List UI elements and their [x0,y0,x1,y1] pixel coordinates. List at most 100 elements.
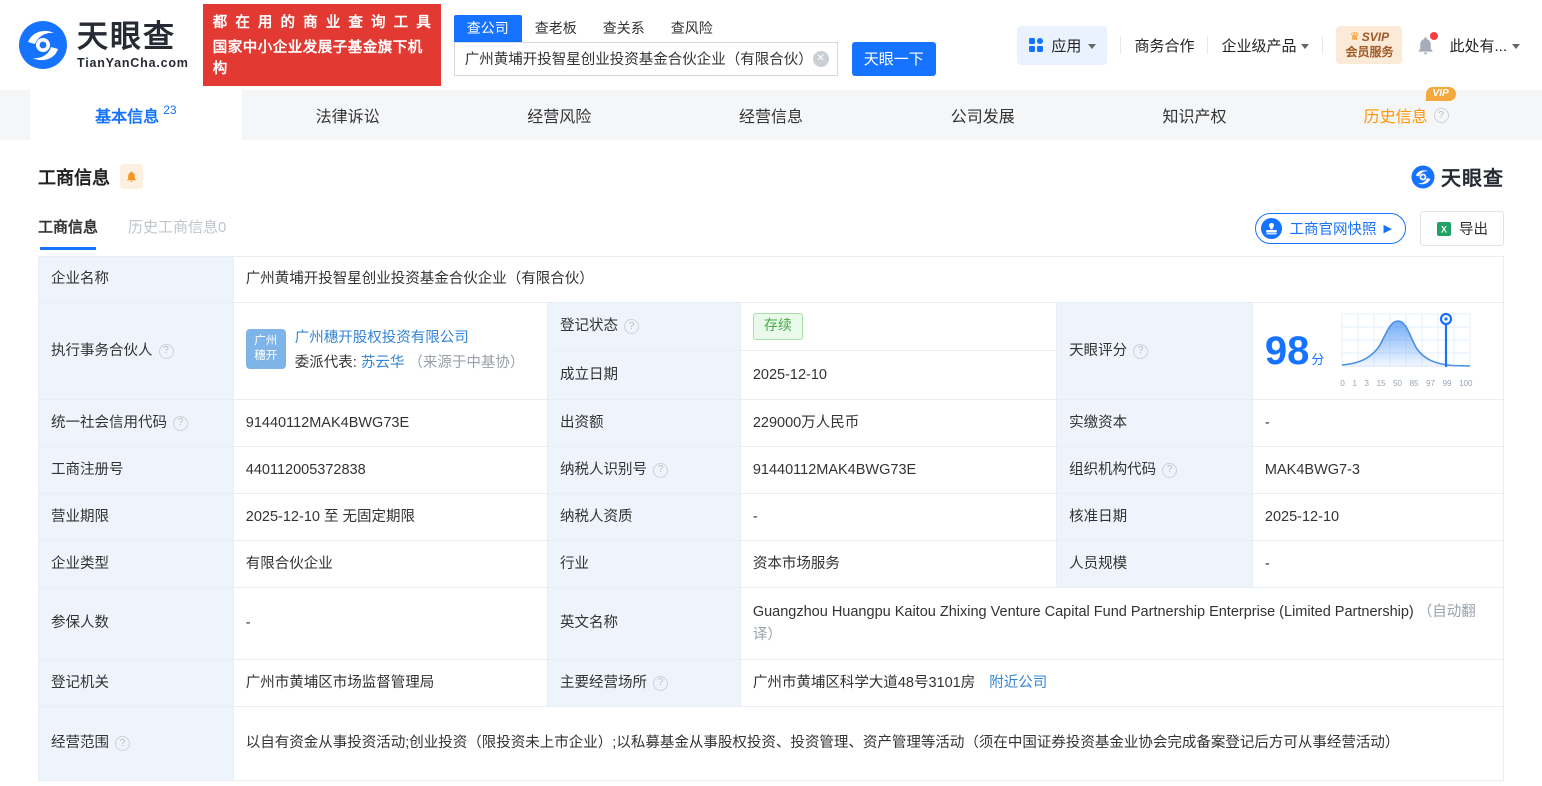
table-row: 营业期限 2025-12-10 至 无固定期限 纳税人资质 - 核准日期 202… [38,493,1505,541]
tab-label-wrap: 历史信息 VIP [1364,87,1456,127]
help-icon[interactable]: ? [1162,462,1178,478]
score-distribution-chart: 0 1 3 15 50 85 97 99 100 [1340,312,1472,391]
search-tab-company[interactable]: 查公司 [453,14,522,42]
official-snapshot-button[interactable]: 工商官网快照 ▶ [1254,213,1406,244]
chevron-down-icon [1088,43,1097,49]
staff-size-value: - [1251,540,1505,588]
tianyancha-logo[interactable]: 天眼查 TianYanCha.com [18,20,189,70]
subtab-business-registration[interactable]: 工商信息 [38,216,98,250]
help-icon[interactable]: ? [624,319,640,334]
tab-legal-proceedings[interactable]: 法律诉讼 [242,90,454,140]
brand-domain: TianYanCha.com [77,55,189,70]
help-icon[interactable]: ? [158,343,174,359]
tab-history-info[interactable]: 历史信息 VIP ? [1300,87,1512,140]
menu-business-cooperation[interactable]: 商务合作 [1134,35,1194,56]
promo-line2: 国家中小企业发展子基金旗下机构 [212,40,423,77]
reg-number-label: 工商注册号 [38,446,234,494]
taxpayer-quality-value: - [739,493,1058,541]
table-row: 登记机关 广州市黄埔区市场监督管理局 主要经营场所? 广州市黄埔区科学大道48号… [38,659,1505,707]
tab-intellectual-property[interactable]: 知识产权 [1089,90,1301,140]
score-value: 98 [1264,328,1310,373]
score-unit: 分 [1311,351,1325,367]
table-row: 执行事务合伙人? 广州 穗开 广州穗开股权投资有限公司 委派代表: 苏云华 （来… [38,302,1505,400]
clear-search-icon[interactable]: ✕ [812,50,829,67]
reg-number-value: 440112005372838 [232,446,549,494]
org-code-label: 组织机构代码? [1056,446,1253,494]
tab-count: 23 [163,103,177,117]
search-tab-boss[interactable]: 查老板 [522,15,590,42]
export-label: 导出 [1459,222,1488,238]
search-button[interactable]: 天眼一下 [851,41,936,76]
svg-text:X: X [1441,224,1447,234]
tab-business-info[interactable]: 经营信息 [665,90,877,140]
delegate-label: 委派代表: [294,355,361,371]
help-icon[interactable]: ? [653,462,669,478]
business-address-value: 广州市黄埔区科学大道48号3101房 [752,674,976,691]
brand-name: 天眼查 [77,18,176,54]
bell-icon [127,171,136,182]
notifications-button[interactable] [1415,31,1439,56]
apps-menu-button[interactable]: 应用 [1017,25,1108,65]
table-row: 工商注册号 440112005372838 纳税人识别号? 91440112MA… [38,446,1505,494]
executive-partner-label: 执行事务合伙人? [38,302,234,400]
menu-enterprise-products[interactable]: 企业级产品 [1221,35,1310,56]
top-header: 天眼查 TianYanCha.com 都在用的商业查询工具 国家中小企业发展子基… [0,0,1542,90]
tab-company-development[interactable]: 公司发展 [877,90,1089,140]
business-term-label: 营业期限 [38,493,234,541]
monitor-bell-button[interactable] [120,164,143,189]
english-name-label: 英文名称 [547,587,741,660]
watermark-logo: 天眼查 [1411,162,1504,191]
cooperation-label: 商务合作 [1134,37,1195,55]
tab-operational-risk[interactable]: 经营风险 [453,90,665,140]
taxpayer-id-value: 91440112MAK4BWG73E [739,446,1058,494]
search-area: 查公司 查老板 查关系 查风险 ✕ 天眼一下 [453,14,936,76]
tab-label: 基本信息 [95,109,160,126]
help-icon[interactable]: ? [1433,107,1449,123]
tab-label: 经营风险 [527,109,592,126]
avatar-line1: 广州 [254,334,278,347]
company-type-label: 企业类型 [38,540,234,588]
partner-avatar[interactable]: 广州 穗开 [245,328,286,369]
help-icon[interactable]: ? [1133,343,1149,359]
company-type-value: 有限合伙企业 [232,540,549,588]
user-menu[interactable]: 此处有... [1449,35,1520,56]
tab-label: 经营信息 [739,109,804,126]
tab-basic-info[interactable]: 基本信息 23 [30,90,242,140]
paid-in-capital-label: 实缴资本 [1056,399,1253,447]
help-icon[interactable]: ? [173,415,188,431]
help-icon[interactable]: ? [653,675,669,691]
delegate-name-link[interactable]: 苏云华 [361,355,405,371]
business-term-value: 2025-12-10 至 无固定期限 [232,493,549,541]
excel-icon: X [1437,221,1451,236]
main-content: 工商信息 天眼查 工商信息 历史工商信息0 工商官网快照 ▶ X 导出 企业名称… [0,140,1542,781]
business-address-label: 主要经营场所? [547,659,741,707]
nearby-companies-link[interactable]: 附近公司 [989,675,1047,691]
company-name-label: 企业名称 [38,256,234,303]
registration-status-label: 登记状态? [547,302,741,351]
partner-company-link[interactable]: 广州穗开股权投资有限公司 [295,330,469,346]
approval-date-value: 2025-12-10 [1251,493,1505,541]
business-scope-value: 以自有资金从事投资活动;创业投资（限投资未上市企业）;以私募基金从事股权投资、投… [232,706,1505,781]
export-button[interactable]: X 导出 [1420,211,1504,246]
company-nav-tabs: 基本信息 23 法律诉讼 经营风险 经营信息 公司发展 知识产权 历史信息 VI… [0,87,1542,140]
industry-value: 资本市场服务 [739,540,1058,588]
section-title: 工商信息 [38,167,110,188]
search-input[interactable] [454,50,837,67]
tianyancha-logo-icon [19,21,67,69]
company-name-value: 广州黄埔开投智星创业投资基金合伙企业（有限合伙） [232,256,1505,303]
tab-label: 公司发展 [950,109,1015,126]
bell-curve-chart [1341,312,1471,367]
search-tab-risk[interactable]: 查风险 [658,15,726,42]
promo-banner: 都在用的商业查询工具 国家中小企业发展子基金旗下机构 [202,4,441,86]
svip-member-button[interactable]: ♛ SVIP 会员服务 [1336,26,1403,64]
subtab-history-registration[interactable]: 历史工商信息0 [128,216,226,250]
help-icon[interactable]: ? [115,736,130,751]
contribution-label: 出资额 [547,399,741,447]
search-tab-relation[interactable]: 查关系 [590,15,658,42]
staff-size-label: 人员规模 [1056,540,1253,588]
credit-code-value: 91440112MAK4BWG73E [232,399,549,447]
delegate-source: （来源于中基协） [408,355,525,371]
table-row: 统一社会信用代码? 91440112MAK4BWG73E 出资额 229000万… [38,399,1505,447]
chevron-down-icon [1301,43,1310,49]
svip-label: SVIP [1361,30,1390,44]
